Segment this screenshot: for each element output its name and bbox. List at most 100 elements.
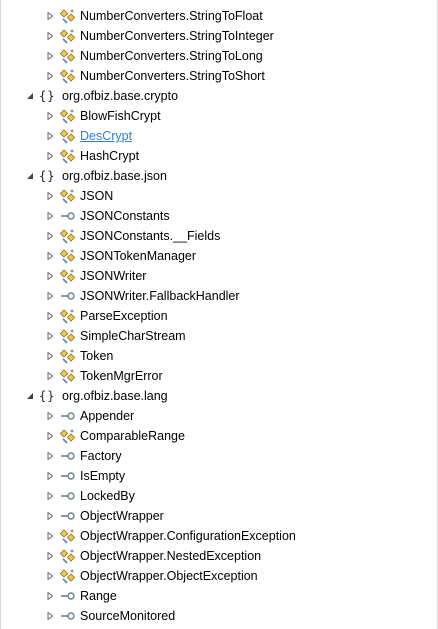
tree-type-node[interactable]: IsEmpty <box>1 466 437 486</box>
tree-node-label[interactable]: JSON <box>80 186 113 206</box>
tree-node-label[interactable]: ParseException <box>80 306 168 326</box>
tree-node-label[interactable]: LockedBy <box>80 486 135 506</box>
tree-type-node[interactable]: Token <box>1 346 437 366</box>
tree-node-label[interactable]: org.ofbiz.base.json <box>62 166 167 186</box>
tree-type-node[interactable]: ParseException <box>1 306 437 326</box>
collapsed-arrow-icon[interactable] <box>45 546 55 566</box>
tree-type-node[interactable]: JSON <box>1 186 437 206</box>
expanded-arrow-icon[interactable] <box>25 166 35 186</box>
collapsed-arrow-icon[interactable] <box>45 586 55 606</box>
collapsed-arrow-icon[interactable] <box>45 246 55 266</box>
collapsed-arrow-icon[interactable] <box>45 526 55 546</box>
tree-node-label[interactable]: NumberConverters.StringToFloat <box>80 6 263 26</box>
collapsed-arrow-icon[interactable] <box>45 26 55 46</box>
interface-icon <box>59 586 77 606</box>
tree-node-label[interactable]: DesCrypt <box>80 126 132 146</box>
tree-package-node[interactable]: {} org.ofbiz.base.lang <box>1 386 437 406</box>
tree-node-label[interactable]: Token <box>80 346 113 366</box>
tree-node-label[interactable]: ObjectWrapper.NestedException <box>80 546 261 566</box>
tree-type-node[interactable]: JSONConstants.__Fields <box>1 226 437 246</box>
collapsed-arrow-icon[interactable] <box>45 486 55 506</box>
tree-node-label[interactable]: ObjectWrapper.ConfigurationException <box>80 526 296 546</box>
tree-type-node[interactable]: ComparableRange <box>1 426 437 446</box>
tree-node-label[interactable]: NumberConverters.StringToInteger <box>80 26 274 46</box>
tree-node-label[interactable]: JSONWriter <box>80 266 146 286</box>
collapsed-arrow-icon[interactable] <box>45 106 55 126</box>
tree-package-node[interactable]: {} org.ofbiz.base.json <box>1 166 437 186</box>
tree-node-label[interactable]: org.ofbiz.base.lang <box>62 386 168 406</box>
package-icon: {} <box>39 386 57 406</box>
collapsed-arrow-icon[interactable] <box>45 466 55 486</box>
tree-node-label[interactable]: ObjectWrapper <box>80 506 164 526</box>
tree-node-label[interactable]: NumberConverters.StringToLong <box>80 46 263 66</box>
package-braces-glyph: {} <box>39 89 56 103</box>
class-icon <box>59 306 77 326</box>
collapsed-arrow-icon[interactable] <box>45 6 55 26</box>
collapsed-arrow-icon[interactable] <box>45 406 55 426</box>
tree-type-node[interactable]: SimpleCharStream <box>1 326 437 346</box>
collapsed-arrow-icon[interactable] <box>45 286 55 306</box>
collapsed-arrow-icon[interactable] <box>45 506 55 526</box>
tree-node-label[interactable]: JSONConstants <box>80 206 170 226</box>
tree-type-node[interactable]: ObjectWrapper.ObjectException <box>1 566 437 586</box>
collapsed-arrow-icon[interactable] <box>45 46 55 66</box>
tree-type-node[interactable]: NumberConverters.StringToLong <box>1 46 437 66</box>
collapsed-arrow-icon[interactable] <box>45 606 55 626</box>
tree-node-label[interactable]: TokenMgrError <box>80 366 163 386</box>
class-icon <box>59 326 77 346</box>
tree-type-node[interactable]: BlowFishCrypt <box>1 106 437 126</box>
collapsed-arrow-icon[interactable] <box>45 146 55 166</box>
tree-node-label[interactable]: IsEmpty <box>80 466 125 486</box>
collapsed-arrow-icon[interactable] <box>45 366 55 386</box>
tree-node-label[interactable]: JSONTokenManager <box>80 246 196 266</box>
collapsed-arrow-icon[interactable] <box>45 266 55 286</box>
tree-node-label[interactable]: BlowFishCrypt <box>80 106 161 126</box>
tree-node-label[interactable]: SimpleCharStream <box>80 326 186 346</box>
collapsed-arrow-icon[interactable] <box>45 426 55 446</box>
tree-node-label[interactable]: Range <box>80 586 117 606</box>
collapsed-arrow-icon[interactable] <box>45 566 55 586</box>
tree-package-node[interactable]: {} org.ofbiz.base.crypto <box>1 86 437 106</box>
class-icon <box>59 366 77 386</box>
tree-node-label[interactable]: Factory <box>80 446 122 466</box>
expanded-arrow-icon[interactable] <box>25 86 35 106</box>
tree-node-label[interactable]: org.ofbiz.base.crypto <box>62 86 178 106</box>
collapsed-arrow-icon[interactable] <box>45 226 55 246</box>
tree-type-node[interactable]: NumberConverters.StringToShort <box>1 66 437 86</box>
tree-type-node[interactable]: ObjectWrapper.NestedException <box>1 546 437 566</box>
tree-type-node[interactable]: TokenMgrError <box>1 366 437 386</box>
collapsed-arrow-icon[interactable] <box>45 206 55 226</box>
tree-type-node[interactable]: Factory <box>1 446 437 466</box>
tree-type-node[interactable]: LockedBy <box>1 486 437 506</box>
tree-type-node[interactable]: NumberConverters.StringToFloat <box>1 6 437 26</box>
tree-node-label[interactable]: SourceMonitored <box>80 606 175 626</box>
tree-type-node[interactable]: JSONWriter <box>1 266 437 286</box>
tree-type-node[interactable]: ObjectWrapper <box>1 506 437 526</box>
collapsed-arrow-icon[interactable] <box>45 126 55 146</box>
tree-type-node[interactable]: NumberConverters.StringToInteger <box>1 26 437 46</box>
tree-node-label[interactable]: JSONConstants.__Fields <box>80 226 220 246</box>
collapsed-arrow-icon[interactable] <box>45 306 55 326</box>
tree-node-label[interactable]: ComparableRange <box>80 426 185 446</box>
class-icon <box>59 126 77 146</box>
collapsed-arrow-icon[interactable] <box>45 446 55 466</box>
collapsed-arrow-icon[interactable] <box>45 326 55 346</box>
collapsed-arrow-icon[interactable] <box>45 66 55 86</box>
collapsed-arrow-icon[interactable] <box>45 346 55 366</box>
tree-type-node[interactable]: Appender <box>1 406 437 426</box>
expanded-arrow-icon[interactable] <box>25 386 35 406</box>
tree-node-label[interactable]: HashCrypt <box>80 146 139 166</box>
tree-node-label[interactable]: NumberConverters.StringToShort <box>80 66 265 86</box>
tree-node-label[interactable]: Appender <box>80 406 134 426</box>
tree-type-node[interactable]: ObjectWrapper.ConfigurationException <box>1 526 437 546</box>
tree-node-label[interactable]: ObjectWrapper.ObjectException <box>80 566 258 586</box>
tree-type-node[interactable]: Range <box>1 586 437 606</box>
collapsed-arrow-icon[interactable] <box>45 186 55 206</box>
tree-type-node[interactable]: HashCrypt <box>1 146 437 166</box>
tree-type-node[interactable]: JSONTokenManager <box>1 246 437 266</box>
tree-type-node[interactable]: JSONWriter.FallbackHandler <box>1 286 437 306</box>
tree-type-node[interactable]: DesCrypt <box>1 126 437 146</box>
tree-type-node[interactable]: SourceMonitored <box>1 606 437 626</box>
tree-node-label[interactable]: JSONWriter.FallbackHandler <box>80 286 240 306</box>
tree-type-node[interactable]: JSONConstants <box>1 206 437 226</box>
